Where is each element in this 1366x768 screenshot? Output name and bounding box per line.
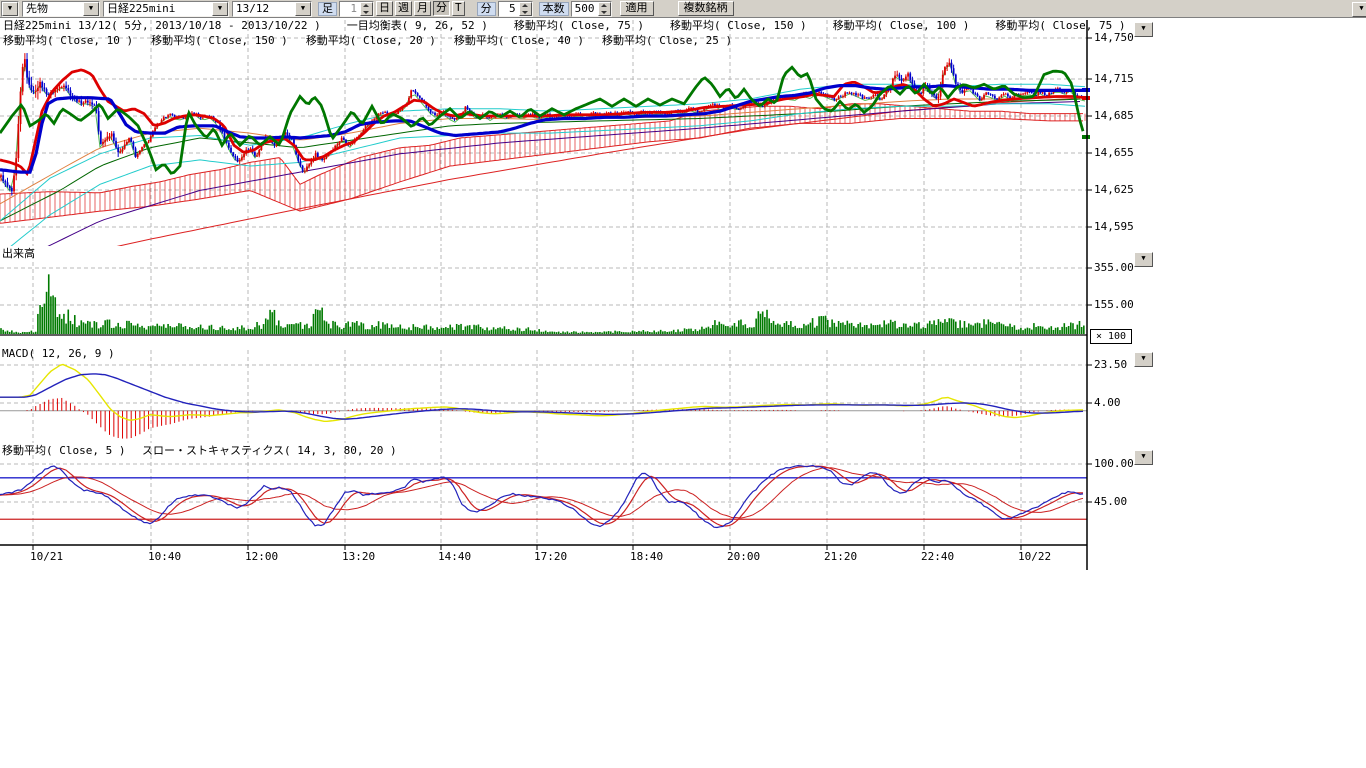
trading-chart-window: ▼ 先物 ▼ 日経225mini ▼ 13/12 ▼ 足 1 日 週 月 分 T…	[0, 0, 1366, 768]
macd-axis-label: 4.00	[1094, 397, 1121, 409]
indicator-label: 移動平均( Close, 100 )	[833, 20, 970, 32]
time-axis-label: 13:20	[342, 551, 375, 563]
time-axis-label: 10/21	[30, 551, 63, 563]
time-axis-label: 20:00	[727, 551, 760, 563]
time-axis-label: 10:40	[148, 551, 181, 563]
time-axis-label: 22:40	[921, 551, 954, 563]
macd-axis-label: 23.50	[1094, 359, 1127, 371]
volume-axis-label: 355.00	[1094, 262, 1134, 274]
volume-multiplier-badge: × 100	[1090, 329, 1132, 344]
indicator-label: 移動平均( Close, 150 )	[151, 35, 288, 47]
stoch-pane-settings-dropdown[interactable]: ▼	[1134, 450, 1153, 465]
indicator-label: 移動平均( Close, 25 )	[602, 35, 732, 47]
indicator-label: 移動平均( Close, 75 )	[514, 20, 644, 32]
price-axis-label: 14,595	[1094, 221, 1134, 233]
price-axis-label: 14,625	[1094, 184, 1134, 196]
chart-header-line2: 移動平均( Close, 10 ) 移動平均( Close, 150 ) 移動平均(…	[3, 35, 732, 47]
time-axis-label: 17:20	[534, 551, 567, 563]
indicator-label: 一目均衡表( 9, 26, 52 )	[347, 20, 488, 32]
stoch-pane-label: スロー・ストキャスティクス( 14, 3, 80, 20 )	[142, 445, 397, 457]
indicator-label: 移動平均( Close, 40 )	[454, 35, 584, 47]
chart-canvas	[0, 0, 1366, 768]
stoch-ma-label: 移動平均( Close, 5 )	[2, 445, 125, 457]
volume-pane-label: 出来高	[2, 248, 35, 260]
stoch-axis-label: 100.00	[1094, 458, 1134, 470]
macd-pane-label: MACD( 12, 26, 9 )	[2, 348, 115, 360]
macd-pane-settings-dropdown[interactable]: ▼	[1134, 352, 1153, 367]
time-axis-label: 18:40	[630, 551, 663, 563]
stoch-axis-label: 45.00	[1094, 496, 1127, 508]
volume-pane-settings-dropdown[interactable]: ▼	[1134, 252, 1153, 267]
time-axis-label: 10/22	[1018, 551, 1051, 563]
time-axis-label: 21:20	[824, 551, 857, 563]
volume-axis-label: 155.00	[1094, 299, 1134, 311]
time-axis-label: 12:00	[245, 551, 278, 563]
price-pane-settings-dropdown[interactable]: ▼	[1134, 22, 1153, 37]
price-axis-label: 14,655	[1094, 147, 1134, 159]
indicator-label: 移動平均( Close, 10 )	[3, 35, 133, 47]
price-axis-label: 14,685	[1094, 110, 1134, 122]
time-axis-label: 14:40	[438, 551, 471, 563]
price-axis-label: 14,715	[1094, 73, 1134, 85]
price-axis-label: 14,750	[1094, 32, 1134, 44]
indicator-label: 移動平均( Close, 20 )	[306, 35, 436, 47]
chart-header-line1: 日経225mini 13/12( 5分, 2013/10/18 - 2013/1…	[3, 20, 1126, 32]
chart-title: 日経225mini 13/12( 5分, 2013/10/18 - 2013/1…	[3, 20, 321, 32]
indicator-label: 移動平均( Close, 150 )	[670, 20, 807, 32]
